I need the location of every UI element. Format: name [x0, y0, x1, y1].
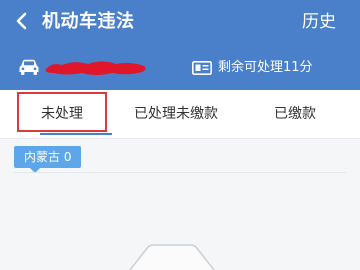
history-button[interactable]: 历史	[302, 10, 336, 34]
back-icon[interactable]	[12, 11, 32, 31]
tab-processed-unpaid[interactable]: 已处理未缴款	[115, 90, 237, 138]
car-icon	[19, 59, 39, 75]
region-chip[interactable]: 内蒙古 0	[14, 146, 82, 168]
vehicle-info-row: 剩余可处理11分	[0, 52, 360, 84]
divider	[14, 172, 346, 173]
license-icon	[192, 61, 212, 75]
tab-paid[interactable]: 已缴款	[240, 90, 350, 138]
plate-redaction	[45, 61, 146, 75]
tab-label: 已处理未缴款	[134, 106, 218, 122]
header-bar: 机动车违法 历史 剩余可处理11分	[0, 0, 360, 90]
active-tab-indicator	[40, 133, 112, 135]
tab-label: 已缴款	[274, 106, 316, 122]
empty-state-icon	[129, 244, 215, 270]
annotation-highlight-box	[17, 92, 107, 132]
nav-row: 机动车违法 历史	[0, 0, 360, 44]
remaining-points: 剩余可处理11分	[218, 60, 313, 75]
page-title: 机动车违法	[42, 11, 135, 32]
